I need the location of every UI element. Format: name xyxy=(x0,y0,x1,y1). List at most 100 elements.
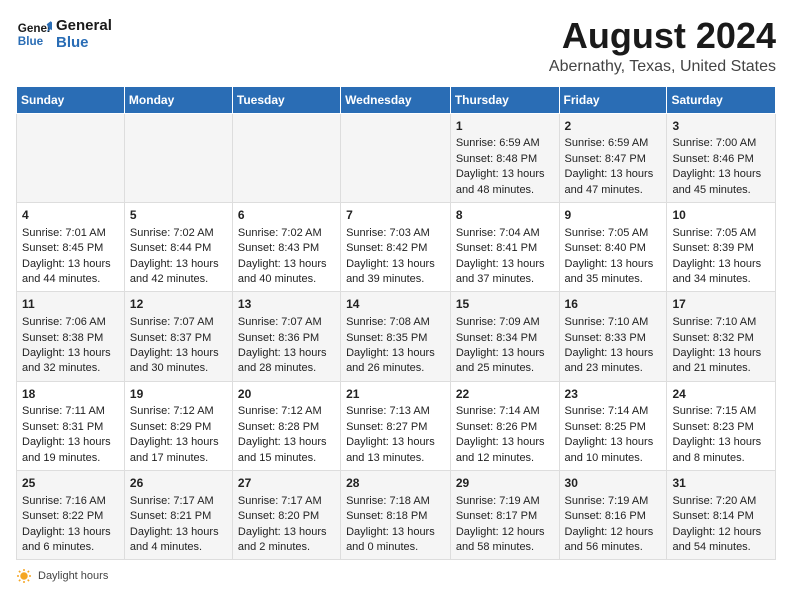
header-day-sunday: Sunday xyxy=(17,86,125,113)
calendar-cell xyxy=(341,113,451,202)
day-info-line: Daylight: 13 hours and 28 minutes. xyxy=(238,346,335,377)
day-info-line: Sunrise: 7:13 AM xyxy=(346,404,445,419)
week-row: 11Sunrise: 7:06 AMSunset: 8:38 PMDayligh… xyxy=(17,292,776,381)
day-info-line: Daylight: 13 hours and 2 minutes. xyxy=(238,525,335,556)
day-info-line: Sunrise: 7:07 AM xyxy=(130,315,227,330)
day-info-line: Sunrise: 7:01 AM xyxy=(22,226,119,241)
day-info-line: Sunrise: 7:06 AM xyxy=(22,315,119,330)
day-info-line: Sunrise: 7:05 AM xyxy=(672,226,770,241)
calendar-cell xyxy=(232,113,340,202)
day-info-line: Daylight: 13 hours and 48 minutes. xyxy=(456,167,554,198)
calendar-cell: 4Sunrise: 7:01 AMSunset: 8:45 PMDaylight… xyxy=(17,202,125,291)
day-info-line: Sunrise: 7:08 AM xyxy=(346,315,445,330)
day-number: 30 xyxy=(565,475,662,492)
main-title: August 2024 xyxy=(549,16,776,56)
calendar-cell: 7Sunrise: 7:03 AMSunset: 8:42 PMDaylight… xyxy=(341,202,451,291)
day-info-line: Sunset: 8:17 PM xyxy=(456,509,554,524)
day-info-line: Sunset: 8:43 PM xyxy=(238,241,335,256)
day-info-line: Sunset: 8:34 PM xyxy=(456,331,554,346)
day-info-line: Sunrise: 7:10 AM xyxy=(672,315,770,330)
day-info-line: Sunset: 8:46 PM xyxy=(672,152,770,167)
calendar-cell: 22Sunrise: 7:14 AMSunset: 8:26 PMDayligh… xyxy=(450,381,559,470)
header-day-wednesday: Wednesday xyxy=(341,86,451,113)
day-number: 20 xyxy=(238,386,335,403)
day-info-line: Daylight: 13 hours and 21 minutes. xyxy=(672,346,770,377)
day-info-line: Sunset: 8:18 PM xyxy=(346,509,445,524)
day-info-line: Sunrise: 7:02 AM xyxy=(130,226,227,241)
header-day-monday: Monday xyxy=(124,86,232,113)
day-info-line: Daylight: 13 hours and 6 minutes. xyxy=(22,525,119,556)
day-info-line: Sunset: 8:47 PM xyxy=(565,152,662,167)
day-info-line: Daylight: 13 hours and 4 minutes. xyxy=(130,525,227,556)
day-info-line: Sunset: 8:44 PM xyxy=(130,241,227,256)
calendar-cell: 20Sunrise: 7:12 AMSunset: 8:28 PMDayligh… xyxy=(232,381,340,470)
day-info-line: Sunset: 8:26 PM xyxy=(456,420,554,435)
day-number: 23 xyxy=(565,386,662,403)
day-number: 26 xyxy=(130,475,227,492)
week-row: 18Sunrise: 7:11 AMSunset: 8:31 PMDayligh… xyxy=(17,381,776,470)
calendar-cell: 11Sunrise: 7:06 AMSunset: 8:38 PMDayligh… xyxy=(17,292,125,381)
day-info-line: Daylight: 13 hours and 42 minutes. xyxy=(130,257,227,288)
day-info-line: Daylight: 13 hours and 15 minutes. xyxy=(238,435,335,466)
day-number: 22 xyxy=(456,386,554,403)
header-day-thursday: Thursday xyxy=(450,86,559,113)
day-info-line: Sunrise: 7:16 AM xyxy=(22,494,119,509)
day-info-line: Daylight: 13 hours and 34 minutes. xyxy=(672,257,770,288)
day-info-line: Daylight: 13 hours and 40 minutes. xyxy=(238,257,335,288)
day-info-line: Sunset: 8:25 PM xyxy=(565,420,662,435)
day-number: 6 xyxy=(238,207,335,224)
day-number: 2 xyxy=(565,118,662,135)
day-info-line: Sunrise: 7:15 AM xyxy=(672,404,770,419)
day-info-line: Daylight: 13 hours and 8 minutes. xyxy=(672,435,770,466)
day-number: 3 xyxy=(672,118,770,135)
day-info-line: Sunset: 8:32 PM xyxy=(672,331,770,346)
day-info-line: Sunset: 8:38 PM xyxy=(22,331,119,346)
day-info-line: Sunrise: 7:19 AM xyxy=(456,494,554,509)
day-info-line: Sunrise: 7:12 AM xyxy=(130,404,227,419)
week-row: 25Sunrise: 7:16 AMSunset: 8:22 PMDayligh… xyxy=(17,471,776,560)
day-info-line: Sunset: 8:22 PM xyxy=(22,509,119,524)
week-row: 4Sunrise: 7:01 AMSunset: 8:45 PMDaylight… xyxy=(17,202,776,291)
logo-line2: Blue xyxy=(56,34,112,51)
calendar-cell: 27Sunrise: 7:17 AMSunset: 8:20 PMDayligh… xyxy=(232,471,340,560)
day-info-line: Sunrise: 6:59 AM xyxy=(565,136,662,151)
logo-icon: General Blue xyxy=(16,16,52,52)
calendar-cell: 26Sunrise: 7:17 AMSunset: 8:21 PMDayligh… xyxy=(124,471,232,560)
day-info-line: Sunrise: 7:07 AM xyxy=(238,315,335,330)
day-info-line: Sunset: 8:23 PM xyxy=(672,420,770,435)
calendar-cell: 31Sunrise: 7:20 AMSunset: 8:14 PMDayligh… xyxy=(667,471,776,560)
calendar-body: 1Sunrise: 6:59 AMSunset: 8:48 PMDaylight… xyxy=(17,113,776,560)
day-info-line: Sunset: 8:36 PM xyxy=(238,331,335,346)
calendar-cell: 2Sunrise: 6:59 AMSunset: 8:47 PMDaylight… xyxy=(559,113,667,202)
day-info-line: Daylight: 13 hours and 30 minutes. xyxy=(130,346,227,377)
day-info-line: Sunset: 8:41 PM xyxy=(456,241,554,256)
day-number: 1 xyxy=(456,118,554,135)
day-info-line: Sunset: 8:37 PM xyxy=(130,331,227,346)
day-info-line: Daylight: 13 hours and 25 minutes. xyxy=(456,346,554,377)
calendar-cell: 10Sunrise: 7:05 AMSunset: 8:39 PMDayligh… xyxy=(667,202,776,291)
day-info-line: Daylight: 13 hours and 26 minutes. xyxy=(346,346,445,377)
day-number: 9 xyxy=(565,207,662,224)
day-number: 13 xyxy=(238,296,335,313)
footer: Daylight hours xyxy=(16,568,776,584)
day-info-line: Daylight: 13 hours and 39 minutes. xyxy=(346,257,445,288)
day-info-line: Sunset: 8:35 PM xyxy=(346,331,445,346)
day-info-line: Daylight: 13 hours and 35 minutes. xyxy=(565,257,662,288)
calendar-cell: 29Sunrise: 7:19 AMSunset: 8:17 PMDayligh… xyxy=(450,471,559,560)
calendar-cell: 28Sunrise: 7:18 AMSunset: 8:18 PMDayligh… xyxy=(341,471,451,560)
day-info-line: Sunrise: 7:20 AM xyxy=(672,494,770,509)
day-info-line: Sunset: 8:45 PM xyxy=(22,241,119,256)
svg-text:Blue: Blue xyxy=(18,35,44,48)
calendar-table: SundayMondayTuesdayWednesdayThursdayFrid… xyxy=(16,86,776,561)
calendar-cell: 6Sunrise: 7:02 AMSunset: 8:43 PMDaylight… xyxy=(232,202,340,291)
day-number: 28 xyxy=(346,475,445,492)
day-number: 17 xyxy=(672,296,770,313)
day-info-line: Sunrise: 7:10 AM xyxy=(565,315,662,330)
day-info-line: Daylight: 13 hours and 47 minutes. xyxy=(565,167,662,198)
day-number: 12 xyxy=(130,296,227,313)
day-info-line: Sunrise: 7:00 AM xyxy=(672,136,770,151)
calendar-cell: 15Sunrise: 7:09 AMSunset: 8:34 PMDayligh… xyxy=(450,292,559,381)
day-info-line: Sunset: 8:27 PM xyxy=(346,420,445,435)
calendar-cell: 18Sunrise: 7:11 AMSunset: 8:31 PMDayligh… xyxy=(17,381,125,470)
day-number: 5 xyxy=(130,207,227,224)
